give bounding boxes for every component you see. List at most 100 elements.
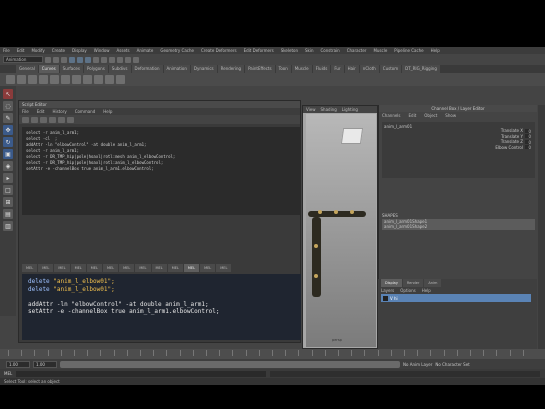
attribute-editor-tab-strip[interactable] (538, 105, 545, 349)
execute-all-icon[interactable] (58, 116, 65, 123)
save-script-icon[interactable] (31, 116, 38, 123)
select-tool-icon[interactable]: ↖ (3, 89, 13, 99)
script-tab[interactable]: MEL (38, 264, 54, 272)
attr-value[interactable]: 0 (525, 134, 531, 139)
channel-menu-show[interactable]: Show (445, 113, 456, 118)
circle-icon[interactable] (50, 75, 59, 84)
range-start-field[interactable]: 1.00 (33, 360, 57, 368)
cv-curve-icon[interactable] (6, 75, 15, 84)
time-slider[interactable] (0, 349, 545, 359)
menu-create[interactable]: Create (52, 48, 65, 53)
ep-curve-icon[interactable] (17, 75, 26, 84)
menu-edit[interactable]: Edit (17, 48, 25, 53)
command-language-toggle[interactable]: MEL (4, 371, 12, 376)
single-view-icon[interactable]: □ (3, 185, 13, 195)
clear-history-icon[interactable] (40, 116, 47, 123)
shelf-tab-rendering[interactable]: Rendering (217, 65, 245, 73)
viewport-menu-shading[interactable]: Shading (321, 107, 337, 112)
layer-row[interactable]: V hi (381, 294, 531, 302)
render-settings-icon[interactable] (133, 56, 139, 63)
layer-menu-options[interactable]: Options (400, 288, 415, 293)
menu-character[interactable]: Character (347, 48, 367, 53)
menu-animate[interactable]: Animate (137, 48, 154, 53)
shelf-tab-surfaces[interactable]: Surfaces (59, 65, 83, 73)
script-menu-command[interactable]: Command (75, 109, 96, 114)
character-set-dropdown[interactable]: No Character Set (435, 362, 469, 367)
shelf-tab-dynamics[interactable]: Dynamics (190, 65, 217, 73)
attr-row[interactable]: Elbow Control 0 (495, 145, 531, 150)
snap-point-icon[interactable] (109, 56, 115, 63)
script-tab[interactable]: MEL (200, 264, 216, 272)
snap-curve-icon[interactable] (101, 56, 107, 63)
script-history[interactable]: select -r anim_l_arm1; select -cl ; addAtt… (22, 127, 301, 215)
viewport-menu-view[interactable]: View (306, 107, 316, 112)
script-tab[interactable]: MEL (54, 264, 70, 272)
rebuild-curve-icon[interactable] (105, 75, 114, 84)
scale-tool-icon[interactable]: ▣ (3, 149, 13, 159)
select-object-icon[interactable] (77, 56, 83, 63)
shelf-tab-general[interactable]: General (16, 65, 38, 73)
script-input[interactable]: delete "anim_l_elbow01"; delete "anim_l_e… (22, 274, 301, 340)
rig-joint[interactable] (350, 210, 354, 214)
script-menu-help[interactable]: Help (103, 109, 112, 114)
rig-joint[interactable] (318, 210, 322, 214)
detach-curve-icon[interactable] (94, 75, 103, 84)
attr-value[interactable]: 0 (525, 139, 531, 145)
layer-tab-display[interactable]: Display (381, 279, 402, 287)
shape-item[interactable]: anim_l_arm01Shape2 (382, 224, 535, 230)
select-hierarchy-icon[interactable] (69, 56, 75, 63)
layer-visibility-icon[interactable] (383, 295, 388, 301)
render-icon[interactable] (117, 56, 123, 63)
text-icon[interactable] (72, 75, 81, 84)
script-tab[interactable]: MEL (86, 264, 102, 272)
start-time-field[interactable]: 1.00 (6, 360, 30, 368)
shelf-tab-fur[interactable]: Fur (331, 65, 344, 73)
menu-constrain[interactable]: Constrain (321, 48, 340, 53)
attr-value[interactable]: 0 (525, 145, 531, 150)
shelf-tab-toon[interactable]: Toon (275, 65, 291, 73)
menu-skeleton[interactable]: Skeleton (281, 48, 298, 53)
script-menu-history[interactable]: History (52, 109, 66, 114)
ipr-render-icon[interactable] (125, 56, 131, 63)
shelf-tab-fluids[interactable]: Fluids (312, 65, 331, 73)
shelf-tab-custom[interactable]: Custom (379, 65, 402, 73)
rotate-tool-icon[interactable]: ↻ (3, 137, 13, 147)
execute-icon[interactable] (67, 116, 74, 123)
menu-help[interactable]: Help (431, 48, 440, 53)
clear-input-icon[interactable] (49, 116, 56, 123)
menu-display[interactable]: Display (72, 48, 87, 53)
layer-tab-anim[interactable]: Anim (424, 279, 442, 287)
script-tab[interactable]: MEL (22, 264, 38, 272)
layer-tab-render[interactable]: Render (402, 279, 424, 287)
script-tab[interactable]: MEL (151, 264, 167, 272)
attr-value[interactable]: 0 (525, 128, 531, 134)
new-scene-icon[interactable] (45, 56, 51, 63)
offset-curve-icon[interactable] (116, 75, 125, 84)
shelf-tab-hair[interactable]: Hair (344, 65, 359, 73)
pencil-curve-icon[interactable] (28, 75, 37, 84)
script-tab[interactable]: MEL (102, 264, 119, 272)
layer-menu-layers[interactable]: Layers (381, 288, 394, 293)
shelf-tab-ncloth[interactable]: nCloth (359, 65, 379, 73)
menu-pipeline-cache[interactable]: Pipeline Cache (394, 48, 423, 53)
script-tab[interactable]: MEL (135, 264, 151, 272)
manipulator-icon[interactable]: ◈ (3, 161, 13, 171)
menu-edit-deformers[interactable]: Edit Deformers (244, 48, 274, 53)
save-scene-icon[interactable] (61, 56, 67, 63)
rig-arm-lower[interactable] (312, 217, 321, 297)
channel-menu-edit[interactable]: Edit (409, 113, 417, 118)
viewport-canvas[interactable]: persp (306, 114, 376, 347)
shelf-tab-subdivs[interactable]: Subdivs (108, 65, 131, 73)
script-tab[interactable]: MEL (216, 264, 232, 272)
attach-curve-icon[interactable] (83, 75, 92, 84)
menu-set-dropdown[interactable]: Animation (3, 56, 43, 63)
last-tool-icon[interactable]: ▸ (3, 173, 13, 183)
shelf-tab-deformation[interactable]: Deformation (131, 65, 163, 73)
persp-outliner-icon[interactable]: ▤ (3, 209, 13, 219)
script-menu-file[interactable]: File (22, 109, 29, 114)
script-tab[interactable]: MEL (119, 264, 135, 272)
menu-file[interactable]: File (3, 48, 10, 53)
menu-window[interactable]: Window (94, 48, 110, 53)
shelf-tab-curves[interactable]: Curves (38, 65, 59, 73)
script-tab[interactable]: MEL (70, 264, 86, 272)
